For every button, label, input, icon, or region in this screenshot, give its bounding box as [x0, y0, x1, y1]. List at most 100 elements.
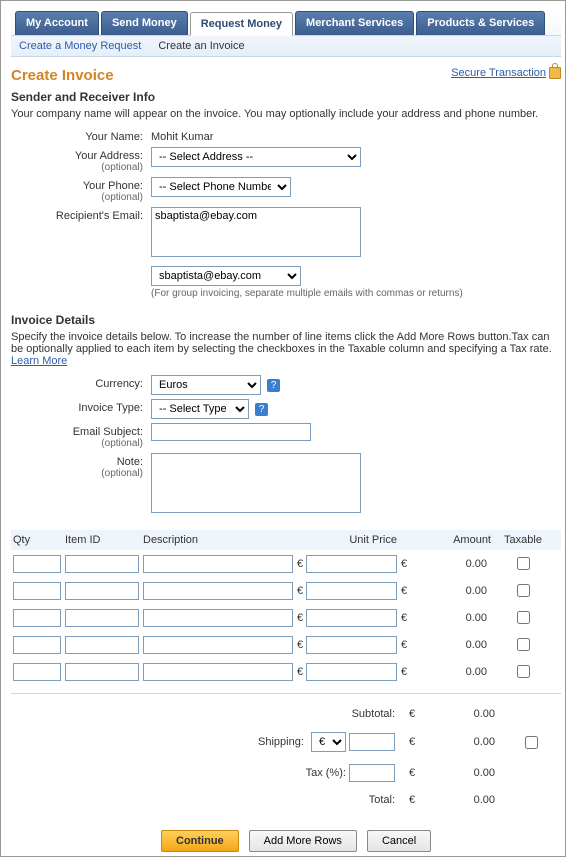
- amount-value: 0.00: [466, 666, 487, 678]
- your-name-value: Mohit Kumar: [151, 128, 561, 143]
- your-phone-select[interactable]: -- Select Phone Number --: [151, 177, 291, 197]
- unitprice-input[interactable]: [306, 663, 397, 681]
- itemid-input[interactable]: [65, 636, 139, 654]
- your-name-label: Your Name:: [11, 128, 151, 143]
- itemid-input[interactable]: [65, 663, 139, 681]
- taxable-checkbox[interactable]: [517, 638, 530, 651]
- currency-symbol: €: [297, 612, 303, 624]
- itemid-input[interactable]: [65, 609, 139, 627]
- taxable-checkbox[interactable]: [517, 584, 530, 597]
- unitprice-input[interactable]: [306, 636, 397, 654]
- tax-input[interactable]: [349, 764, 395, 782]
- currency-symbol: €: [409, 708, 415, 720]
- amount-value: 0.00: [466, 639, 487, 651]
- recipient-email-textarea[interactable]: sbaptista@ebay.com: [151, 207, 361, 257]
- currency-symbol: €: [409, 736, 415, 748]
- help-icon[interactable]: ?: [255, 403, 268, 416]
- line-item-row: €€0.00: [11, 658, 561, 685]
- col-description: Description: [143, 534, 293, 546]
- total-label: Total:: [13, 794, 405, 806]
- your-phone-label: Your Phone: (optional): [11, 177, 151, 203]
- tab-request-money[interactable]: Request Money: [190, 12, 293, 36]
- col-itemid: Item ID: [65, 534, 139, 546]
- note-textarea[interactable]: [151, 453, 361, 513]
- qty-input[interactable]: [13, 663, 61, 681]
- tab-merchant-services[interactable]: Merchant Services: [295, 11, 414, 35]
- subtotal-value: 0.00: [474, 708, 495, 720]
- line-item-row: € €0.00: [11, 604, 561, 631]
- amount-value: 0.00: [466, 612, 487, 624]
- tax-label: Tax (%):: [13, 764, 405, 782]
- secure-transaction[interactable]: Secure Transaction: [451, 67, 561, 79]
- line-item-row: €€0.00: [11, 550, 561, 577]
- qty-input[interactable]: [13, 636, 61, 654]
- total-value: 0.00: [474, 794, 495, 806]
- description-input[interactable]: [143, 582, 293, 600]
- line-items-table: Qty Item ID Description Unit Price Amoun…: [11, 530, 561, 694]
- cancel-button[interactable]: Cancel: [367, 830, 431, 852]
- subnav-create-invoice[interactable]: Create an Invoice: [158, 40, 244, 52]
- section-sender-receiver-help: Your company name will appear on the inv…: [11, 108, 561, 120]
- email-subject-input[interactable]: [151, 423, 311, 441]
- note-label: Note: (optional): [11, 453, 151, 479]
- help-icon[interactable]: ?: [267, 379, 280, 392]
- tab-products-services[interactable]: Products & Services: [416, 11, 545, 35]
- col-taxable: Taxable: [495, 534, 551, 546]
- tax-value: 0.00: [474, 767, 495, 779]
- taxable-checkbox[interactable]: [517, 611, 530, 624]
- unitprice-input[interactable]: [306, 555, 397, 573]
- currency-symbol: €: [297, 585, 303, 597]
- shipping-taxable-checkbox[interactable]: [525, 736, 538, 749]
- shipping-value: 0.00: [474, 736, 495, 748]
- button-row: Continue Add More Rows Cancel: [161, 830, 561, 852]
- group-invoice-hint: (For group invoicing, separate multiple …: [151, 288, 561, 299]
- description-input[interactable]: [143, 663, 293, 681]
- currency-symbol: €: [297, 558, 303, 570]
- line-item-row: € €0.00: [11, 631, 561, 658]
- tab-send-money[interactable]: Send Money: [101, 11, 188, 35]
- qty-input[interactable]: [13, 582, 61, 600]
- shipping-currency-select[interactable]: €: [311, 732, 346, 752]
- taxable-checkbox[interactable]: [517, 557, 530, 570]
- continue-button[interactable]: Continue: [161, 830, 239, 852]
- description-input[interactable]: [143, 609, 293, 627]
- currency-select[interactable]: Euros: [151, 375, 261, 395]
- subnav-create-money-request[interactable]: Create a Money Request: [19, 40, 141, 52]
- qty-input[interactable]: [13, 555, 61, 573]
- shipping-input[interactable]: [349, 733, 395, 751]
- app-frame: My Account Send Money Request Money Merc…: [0, 0, 566, 857]
- taxable-checkbox[interactable]: [517, 665, 530, 678]
- line-items-header: Qty Item ID Description Unit Price Amoun…: [11, 530, 561, 550]
- recipient-email-select[interactable]: sbaptista@ebay.com: [151, 266, 301, 286]
- subtotal-label: Subtotal:: [13, 708, 405, 720]
- qty-input[interactable]: [13, 609, 61, 627]
- currency-symbol: €: [401, 612, 407, 624]
- currency-symbol: €: [401, 639, 407, 651]
- col-qty: Qty: [13, 534, 61, 546]
- invoice-type-select[interactable]: -- Select Type --: [151, 399, 249, 419]
- add-more-rows-button[interactable]: Add More Rows: [249, 830, 357, 852]
- content-area: My Account Send Money Request Money Merc…: [1, 1, 566, 857]
- section-sender-receiver-title: Sender and Receiver Info: [11, 90, 561, 104]
- description-input[interactable]: [143, 555, 293, 573]
- recipient-email-label: Recipient's Email:: [11, 207, 151, 222]
- lock-icon: [549, 67, 561, 79]
- itemid-input[interactable]: [65, 555, 139, 573]
- tab-my-account[interactable]: My Account: [15, 11, 99, 35]
- top-tabs: My Account Send Money Request Money Merc…: [11, 7, 561, 36]
- your-address-select[interactable]: -- Select Address --: [151, 147, 361, 167]
- section-invoice-details-help: Specify the invoice details below. To in…: [11, 331, 561, 367]
- currency-symbol: €: [297, 639, 303, 651]
- currency-symbol: €: [409, 794, 415, 806]
- unitprice-input[interactable]: [306, 609, 397, 627]
- currency-symbol: €: [409, 767, 415, 779]
- email-subject-label: Email Subject: (optional): [11, 423, 151, 449]
- learn-more-link[interactable]: Learn More: [11, 355, 67, 367]
- divider: [11, 693, 561, 694]
- shipping-label: Shipping: €: [13, 732, 405, 752]
- totals-area: Subtotal: € 0.00 Shipping: € € 0.00: [11, 702, 561, 812]
- itemid-input[interactable]: [65, 582, 139, 600]
- description-input[interactable]: [143, 636, 293, 654]
- unitprice-input[interactable]: [306, 582, 397, 600]
- currency-label: Currency:: [11, 375, 151, 390]
